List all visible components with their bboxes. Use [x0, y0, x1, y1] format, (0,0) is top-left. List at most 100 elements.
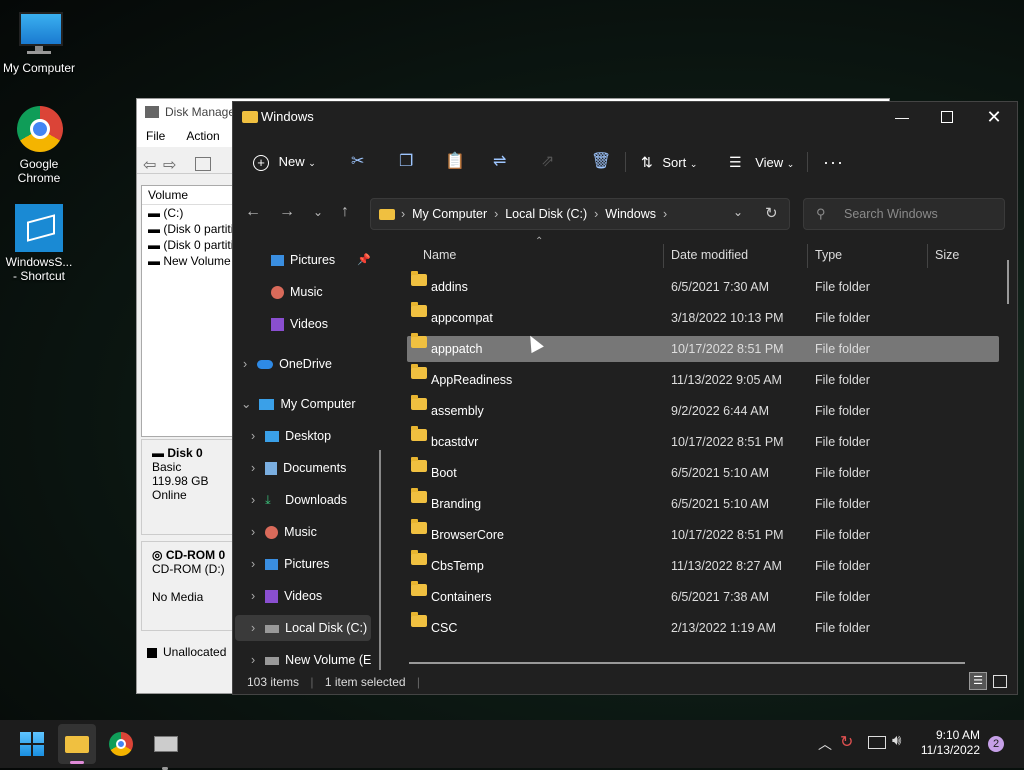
- nav-item-my-computer[interactable]: ⌄ My Computer: [241, 391, 356, 417]
- volume-row[interactable]: ▬ New Volume: [142, 253, 238, 269]
- file-name: appcompat: [431, 311, 493, 325]
- details-view-icon[interactable]: ☰: [969, 672, 987, 690]
- disk0-panel[interactable]: ▬ Disk 0 Basic 119.98 GB Online: [141, 439, 237, 535]
- nav-item-pictures[interactable]: › Pictures: [251, 551, 329, 577]
- cdrom-panel[interactable]: ◎ CD-ROM 0 CD-ROM (D:) No Media: [141, 541, 237, 631]
- up-arrow-icon[interactable]: ↑: [341, 203, 349, 221]
- pin-icon[interactable]: 📌: [357, 247, 371, 273]
- nav-item-new-volume[interactable]: › New Volume (E: [251, 647, 371, 673]
- volume-row[interactable]: ▬ (C:): [142, 205, 238, 221]
- nav-item-music[interactable]: Music: [271, 279, 323, 305]
- column-separator[interactable]: [807, 244, 808, 268]
- nav-item-music[interactable]: › Music: [251, 519, 317, 545]
- volume-row[interactable]: ▬ (Disk 0 partiti: [142, 221, 238, 237]
- nav-item-desktop[interactable]: › Desktop: [251, 423, 331, 449]
- chrome-taskbar-button[interactable]: [108, 730, 136, 758]
- desktop-icon-my-computer[interactable]: My Computer: [1, 10, 77, 75]
- nav-item-downloads[interactable]: › ⤓ Downloads: [251, 487, 347, 513]
- nav-item-onedrive[interactable]: › OneDrive: [243, 351, 332, 377]
- search-box[interactable]: ⚲ Search Windows: [803, 198, 1005, 230]
- volume-icon[interactable]: 🔊︎: [892, 732, 901, 749]
- volume-row[interactable]: ▬ (Disk 0 partiti: [142, 237, 238, 253]
- close-button[interactable]: ✕: [985, 102, 1003, 132]
- column-header-name[interactable]: Name: [423, 242, 456, 268]
- delete-icon[interactable]: 🗑: [591, 146, 611, 178]
- search-input[interactable]: Search Windows: [844, 199, 938, 229]
- file-row[interactable]: AppReadiness 11/13/2022 9:05 AM File folde…: [407, 364, 999, 393]
- file-row[interactable]: BrowserCore 10/17/2022 8:51 PM File folder: [407, 519, 999, 548]
- rename-icon[interactable]: ⇌: [493, 146, 506, 178]
- monitor-icon: [15, 10, 63, 58]
- nav-item-videos[interactable]: Videos: [271, 311, 328, 337]
- show-hidden-icons-chevron[interactable]: ︿: [818, 734, 832, 754]
- disk-management-taskbar-button[interactable]: [152, 730, 180, 770]
- vertical-scrollbar[interactable]: [1007, 260, 1009, 304]
- back-arrow-icon[interactable]: ←: [245, 203, 261, 221]
- properties-icon[interactable]: [195, 157, 211, 171]
- copy-icon[interactable]: ❐: [399, 146, 413, 178]
- horizontal-scrollbar[interactable]: [409, 662, 965, 664]
- file-row[interactable]: appcompat 3/18/2022 10:13 PM File folder: [407, 302, 999, 331]
- nav-item-pictures[interactable]: Pictures 📌: [271, 247, 381, 273]
- breadcrumb-item[interactable]: My Computer: [412, 207, 487, 221]
- column-header-size[interactable]: Size: [935, 242, 959, 268]
- refresh-icon[interactable]: ↻: [765, 204, 778, 222]
- nav-item-videos[interactable]: › Videos: [251, 583, 322, 609]
- file-row[interactable]: CbsTemp 11/13/2022 8:27 AM File folder: [407, 550, 999, 579]
- column-separator[interactable]: [927, 244, 928, 268]
- desktop-icon-shortcut[interactable]: WindowsS... - Shortcut: [1, 204, 77, 283]
- file-row[interactable]: CSC 2/13/2022 1:19 AM File folder: [407, 612, 999, 641]
- file-explorer-taskbar-button[interactable]: [58, 724, 96, 764]
- collapse-chevron-icon[interactable]: ⌄: [241, 397, 251, 411]
- paste-icon[interactable]: 📋: [445, 146, 465, 178]
- more-options-icon[interactable]: ···: [823, 146, 844, 178]
- nav-scrollbar[interactable]: [379, 450, 381, 670]
- disk0-status: Online: [152, 488, 187, 502]
- notification-badge[interactable]: 2: [988, 736, 1004, 752]
- column-header-type[interactable]: Type: [815, 242, 842, 268]
- file-name: CbsTemp: [431, 559, 484, 573]
- network-icon[interactable]: [868, 736, 886, 749]
- file-type: File folder: [815, 373, 870, 387]
- desktop-icon-chrome[interactable]: Google Chrome: [1, 106, 77, 185]
- forward-arrow-icon[interactable]: →: [279, 203, 295, 221]
- volume-column-header[interactable]: Volume: [142, 186, 238, 205]
- back-icon[interactable]: ⇦: [143, 155, 156, 175]
- forward-icon[interactable]: ⇨: [163, 155, 176, 175]
- file-row[interactable]: assembly 9/2/2022 6:44 AM File folder: [407, 395, 999, 424]
- address-dropdown-icon[interactable]: ⌄: [733, 205, 743, 219]
- minimize-button[interactable]: —: [893, 102, 911, 132]
- file-explorer-window[interactable]: Windows — ✕ + New ⌄ ✂ ❐ 📋 ⇌ ⇗ 🗑 ⇅ Sort ⌄…: [232, 101, 1018, 695]
- file-row[interactable]: addins 6/5/2021 7:30 AM File folder: [407, 271, 999, 300]
- column-header-date[interactable]: Date modified: [671, 242, 748, 268]
- file-row[interactable]: bcastdvr 10/17/2022 8:51 PM File folder: [407, 426, 999, 455]
- clock[interactable]: 9:10 AM 11/13/2022: [916, 728, 980, 758]
- file-row[interactable]: Branding 6/5/2021 5:10 AM File folder: [407, 488, 999, 517]
- address-bar[interactable]: › My Computer › Local Disk (C:) › Window…: [370, 198, 790, 230]
- sort-button[interactable]: ⇅ Sort ⌄: [641, 146, 697, 178]
- file-row[interactable]: apppatch 10/17/2022 8:51 PM File folder: [407, 333, 999, 362]
- view-button[interactable]: ☰ View ⌄: [729, 146, 794, 178]
- status-bar: 103 items | 1 item selected |: [247, 675, 421, 689]
- drive-icon: [265, 656, 280, 665]
- new-button[interactable]: + New ⌄: [253, 146, 316, 178]
- nav-item-documents[interactable]: › Documents: [251, 455, 346, 481]
- menu-file[interactable]: File: [146, 129, 165, 143]
- nav-item-local-disk-c[interactable]: › Local Disk (C:): [235, 615, 371, 641]
- file-date: 11/13/2022 8:27 AM: [671, 559, 782, 573]
- status-selected-count: 1 item selected: [324, 675, 406, 689]
- share-icon[interactable]: ⇗: [541, 146, 554, 178]
- maximize-button[interactable]: [941, 111, 953, 123]
- menu-action[interactable]: Action: [186, 129, 219, 143]
- file-row[interactable]: Containers 6/5/2021 7:38 AM File folder: [407, 581, 999, 610]
- cut-icon[interactable]: ✂: [351, 146, 364, 178]
- expand-chevron-icon[interactable]: ›: [243, 357, 247, 371]
- recent-locations-icon[interactable]: ⌄: [313, 205, 323, 219]
- breadcrumb-item[interactable]: Local Disk (C:): [505, 207, 587, 221]
- large-icons-view-icon[interactable]: [993, 675, 1007, 688]
- file-row[interactable]: Boot 6/5/2021 5:10 AM File folder: [407, 457, 999, 486]
- start-button[interactable]: [20, 730, 48, 758]
- breadcrumb-item[interactable]: Windows: [605, 207, 656, 221]
- sync-icon[interactable]: ↻: [840, 732, 853, 752]
- column-separator[interactable]: [663, 244, 664, 268]
